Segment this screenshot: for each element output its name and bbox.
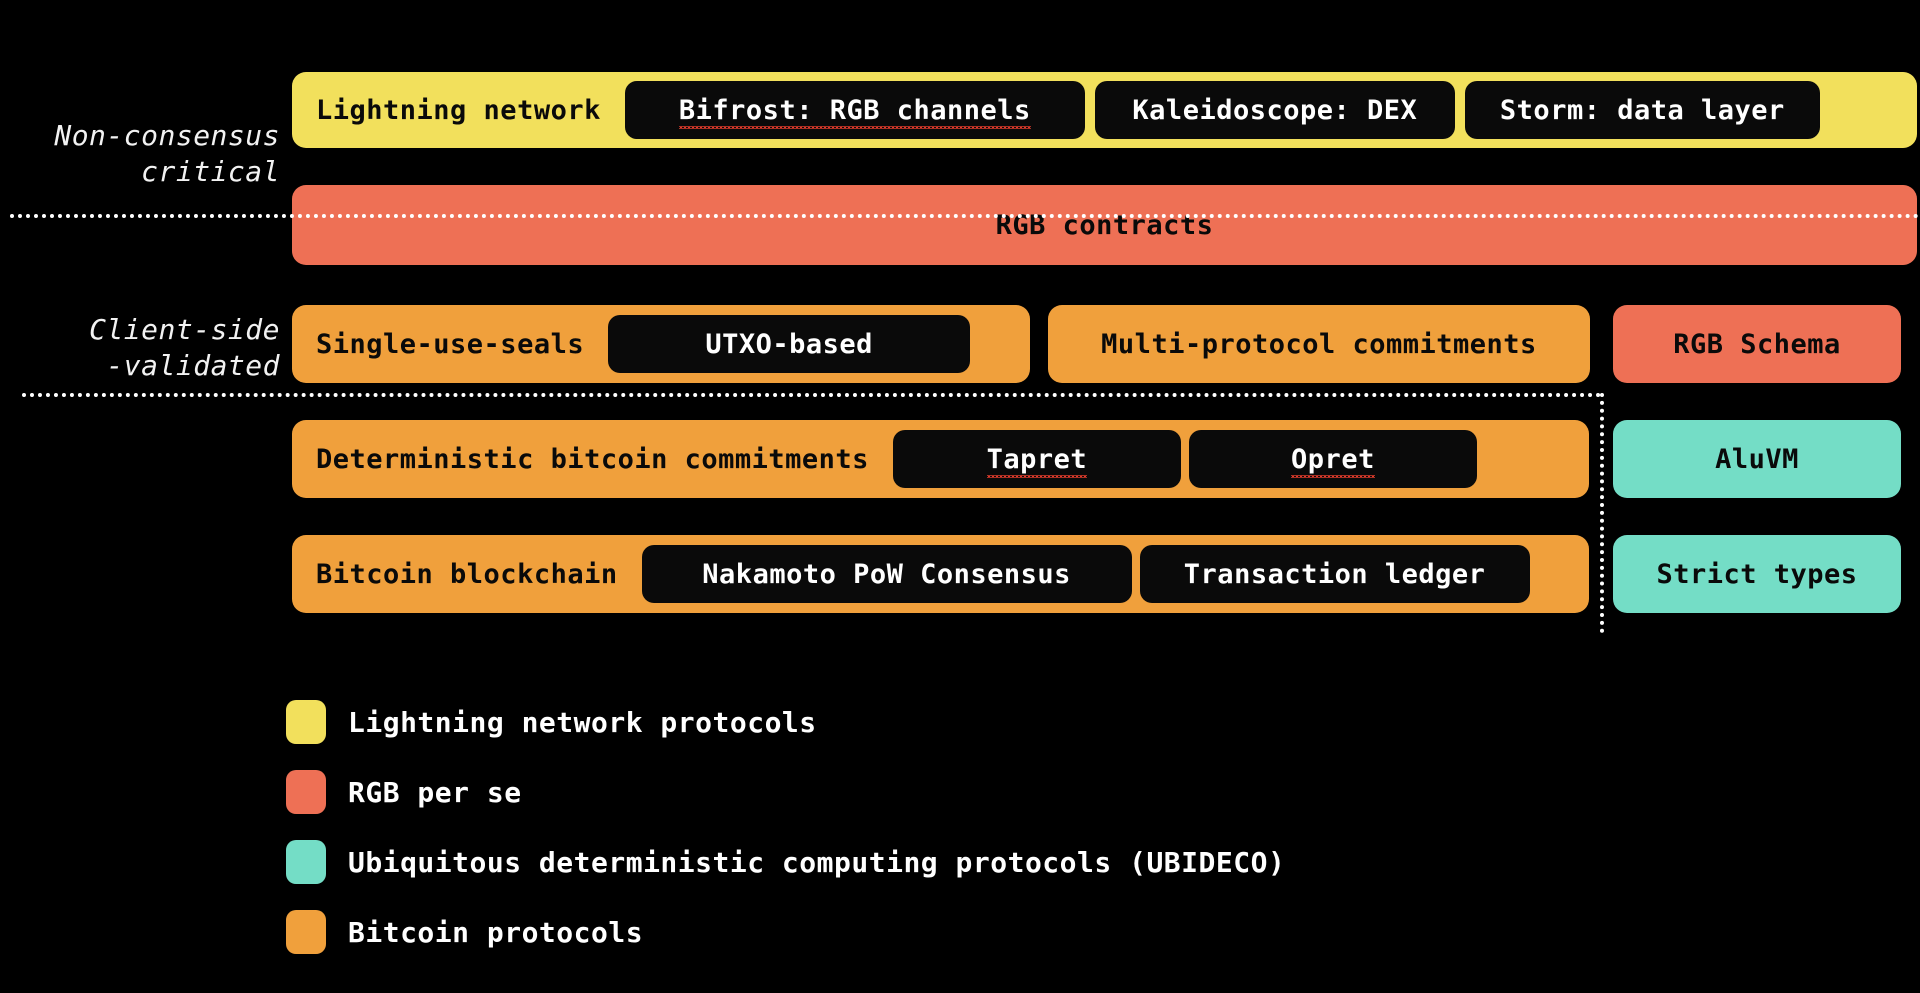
diagram-canvas: Non-consensus critical Client-side -vali… [0, 0, 1920, 993]
legend-swatch-bitcoin [286, 910, 326, 954]
row-strict-types[interactable]: Strict types [1613, 535, 1901, 613]
chip-label-opret: Opret [1291, 443, 1375, 478]
divider-ubideco-boundary [1600, 393, 1604, 633]
legend-swatch-lightning [286, 700, 326, 744]
row-rgb-schema[interactable]: RGB Schema [1613, 305, 1901, 383]
chip-label-bifrost: Bifrost: RGB channels [678, 94, 1031, 129]
legend-swatch-ubideco [286, 840, 326, 884]
legend-label-rgb: RGB per se [348, 775, 522, 809]
row-label-lightning-network: Lightning network [316, 94, 601, 126]
chip-nakamoto-pow-consensus[interactable]: Nakamoto PoW Consensus [641, 545, 1132, 603]
row-bitcoin-blockchain[interactable]: Bitcoin blockchain Nakamoto PoW Consensu… [292, 535, 1589, 613]
legend-label-lightning: Lightning network protocols [348, 705, 817, 739]
legend-item-rgb: RGB per se [286, 770, 1285, 814]
legend-label-bitcoin: Bitcoin protocols [348, 915, 644, 949]
chip-bifrost-rgb-channels[interactable]: Bifrost: RGB channels [624, 81, 1085, 139]
chip-kaleidoscope-dex[interactable]: Kaleidoscope: DEX [1094, 81, 1455, 139]
row-lightning-network[interactable]: Lightning network Bifrost: RGB channels … [292, 72, 1917, 148]
legend-swatch-rgb [286, 770, 326, 814]
row-single-use-seals[interactable]: Single-use-seals UTXO-based [292, 305, 1030, 383]
legend-item-bitcoin: Bitcoin protocols [286, 910, 1285, 954]
chip-utxo-based[interactable]: UTXO-based [608, 315, 971, 373]
row-label-aluvm: AluVM [1715, 443, 1799, 475]
row-label-strict-types: Strict types [1656, 558, 1858, 590]
chip-storm-data-layer[interactable]: Storm: data layer [1464, 81, 1820, 139]
row-rgb-contracts[interactable]: RGB contracts [292, 185, 1917, 265]
legend-label-ubideco: Ubiquitous deterministic computing proto… [348, 845, 1286, 879]
chip-label-kaleidoscope: Kaleidoscope: DEX [1132, 94, 1418, 126]
row-deterministic-bitcoin-commitments[interactable]: Deterministic bitcoin commitments Tapret… [292, 420, 1589, 498]
row-label-deterministic-bitcoin-commitments: Deterministic bitcoin commitments [316, 443, 869, 475]
divider-client-side-boundary [22, 393, 1602, 397]
legend-item-ubideco: Ubiquitous deterministic computing proto… [286, 840, 1285, 884]
chip-transaction-ledger[interactable]: Transaction ledger [1139, 545, 1530, 603]
chip-tapret[interactable]: Tapret [892, 430, 1181, 488]
chip-label-storm: Storm: data layer [1499, 94, 1785, 126]
row-multi-protocol-commitments[interactable]: Multi-protocol commitments [1048, 305, 1590, 383]
row-label-multi-protocol-commitments: Multi-protocol commitments [1101, 328, 1537, 360]
legend-item-lightning: Lightning network protocols [286, 700, 1285, 744]
chip-label-transaction-ledger: Transaction ledger [1183, 558, 1486, 590]
divider-non-consensus-boundary [10, 214, 1920, 218]
legend: Lightning network protocols RGB per se U… [286, 700, 1285, 954]
row-label-bitcoin-blockchain: Bitcoin blockchain [316, 558, 618, 590]
layer-label-client-side-validated: Client-side -validated [89, 313, 280, 382]
row-label-rgb-schema: RGB Schema [1673, 328, 1841, 360]
chip-label-tapret: Tapret [986, 443, 1088, 478]
chip-label-nakamoto-pow-consensus: Nakamoto PoW Consensus [702, 558, 1071, 590]
row-label-single-use-seals: Single-use-seals [316, 328, 585, 360]
chip-opret[interactable]: Opret [1188, 430, 1477, 488]
chip-label-utxo-based: UTXO-based [705, 328, 873, 360]
row-aluvm[interactable]: AluVM [1613, 420, 1901, 498]
layer-label-non-consensus-critical: Non-consensus critical [54, 119, 280, 188]
